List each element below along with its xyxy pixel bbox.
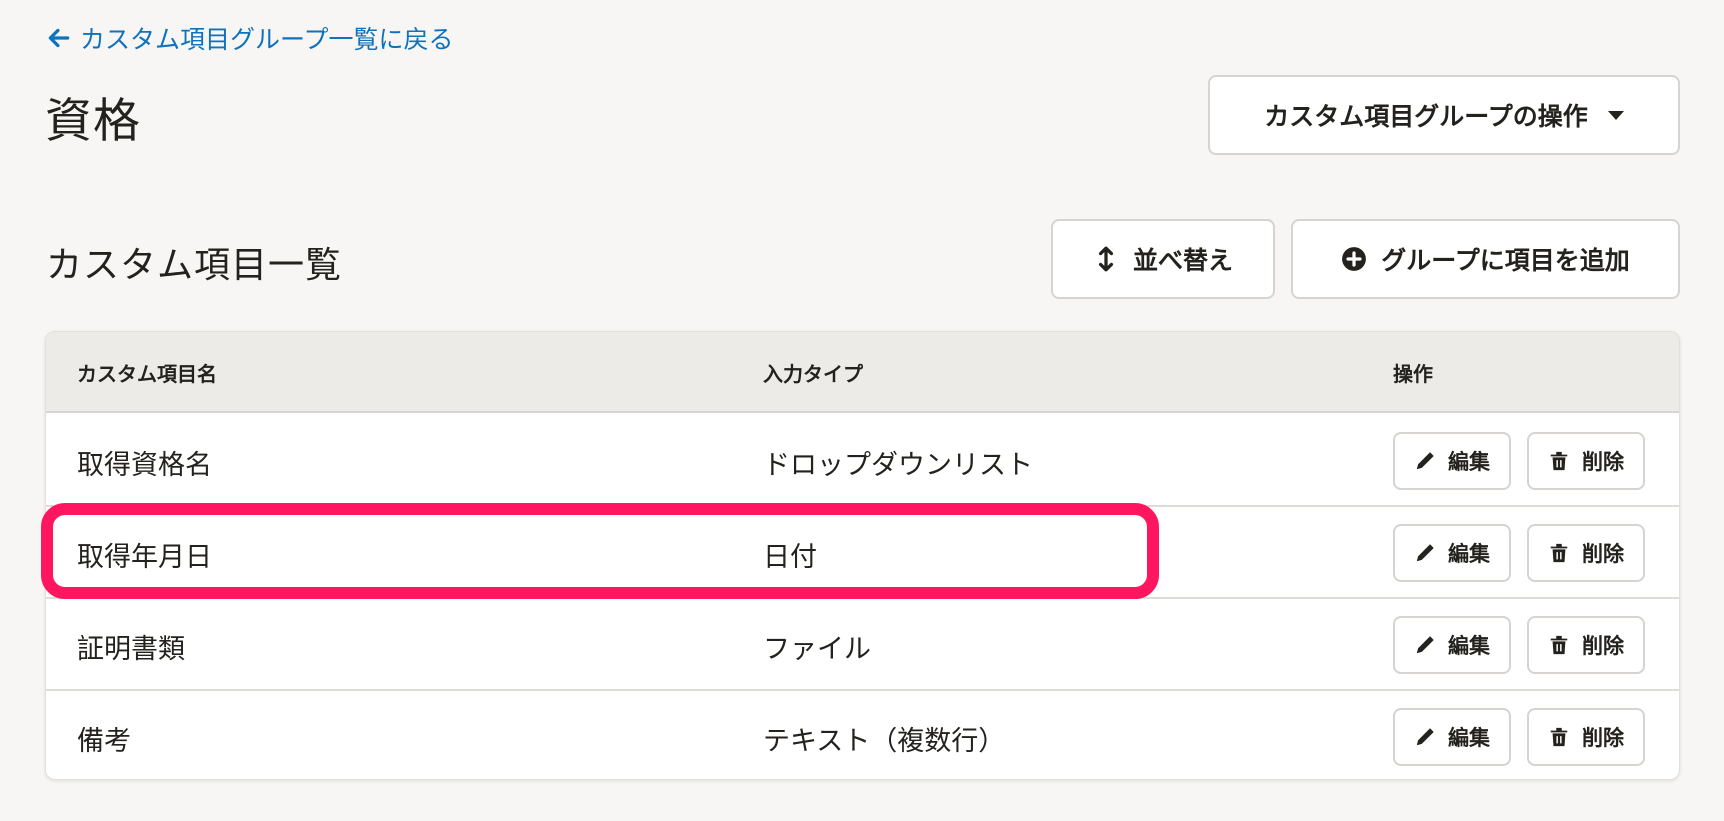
trash-icon (1550, 451, 1568, 471)
group-operations-dropdown-button[interactable]: カスタム項目グループの操作 (1208, 75, 1680, 155)
edit-button-label: 編集 (1448, 542, 1490, 566)
edit-button[interactable]: 編集 (1393, 432, 1511, 490)
back-to-group-list-link[interactable]: カスタム項目グループ一覧に戻る (46, 20, 454, 56)
back-link-label: カスタム項目グループ一覧に戻る (80, 25, 454, 54)
sort-button-label: 並べ替え (1132, 246, 1233, 275)
field-input-type: ファイル (763, 634, 871, 665)
pencil-icon (1416, 452, 1434, 470)
edit-button-label: 編集 (1448, 634, 1490, 658)
delete-button-label: 削除 (1582, 634, 1624, 658)
trash-icon (1550, 635, 1568, 655)
pencil-icon (1416, 636, 1434, 654)
add-field-to-group-button[interactable]: グループに項目を追加 (1291, 219, 1680, 299)
page-title: 資格 (45, 94, 141, 149)
add-button-label: グループに項目を追加 (1381, 246, 1630, 275)
delete-button[interactable]: 削除 (1527, 708, 1645, 766)
field-name: 取得年月日 (77, 542, 212, 573)
field-name: 備考 (77, 726, 131, 757)
delete-button[interactable]: 削除 (1527, 524, 1645, 582)
edit-button[interactable]: 編集 (1393, 524, 1511, 582)
column-header-name: カスタム項目名 (77, 362, 217, 386)
arrow-left-icon (48, 28, 70, 48)
pencil-icon (1416, 544, 1434, 562)
edit-button-label: 編集 (1448, 450, 1490, 474)
custom-field-group-page: カスタム項目グループ一覧に戻る 資格 カスタム項目グループの操作 カスタム項目一… (0, 0, 1724, 821)
caret-down-icon (1607, 110, 1624, 120)
table-header: カスタム項目名 入力タイプ 操作 (46, 332, 1679, 413)
column-header-actions: 操作 (1393, 362, 1433, 386)
table-row: 取得年月日 日付 編集 削除 (46, 507, 1679, 599)
pencil-icon (1416, 728, 1434, 746)
group-operations-label: カスタム項目グループの操作 (1264, 102, 1588, 131)
edit-button[interactable]: 編集 (1393, 708, 1511, 766)
delete-button-label: 削除 (1582, 726, 1624, 750)
delete-button-label: 削除 (1582, 450, 1624, 474)
field-input-type: テキスト（複数行） (763, 726, 1006, 757)
field-name: 証明書類 (77, 634, 185, 665)
field-name: 取得資格名 (77, 450, 212, 481)
delete-button[interactable]: 削除 (1527, 432, 1645, 490)
table-row: 備考 テキスト（複数行） 編集 削除 (46, 691, 1679, 779)
plus-circle-icon (1342, 247, 1367, 271)
edit-button-label: 編集 (1448, 726, 1490, 750)
custom-fields-table: カスタム項目名 入力タイプ 操作 取得資格名 ドロップダウンリスト 編集 削除 (45, 331, 1680, 780)
sort-button[interactable]: 並べ替え (1051, 219, 1275, 299)
field-input-type: 日付 (763, 542, 817, 573)
delete-button-label: 削除 (1582, 542, 1624, 566)
trash-icon (1550, 543, 1568, 563)
table-row: 取得資格名 ドロップダウンリスト 編集 削除 (46, 415, 1679, 507)
edit-button[interactable]: 編集 (1393, 616, 1511, 674)
vertical-arrows-icon (1098, 246, 1114, 272)
delete-button[interactable]: 削除 (1527, 616, 1645, 674)
column-header-input-type: 入力タイプ (763, 362, 863, 386)
trash-icon (1550, 727, 1568, 747)
table-row: 証明書類 ファイル 編集 削除 (46, 599, 1679, 691)
field-input-type: ドロップダウンリスト (763, 450, 1033, 481)
section-title: カスタム項目一覧 (46, 245, 343, 286)
